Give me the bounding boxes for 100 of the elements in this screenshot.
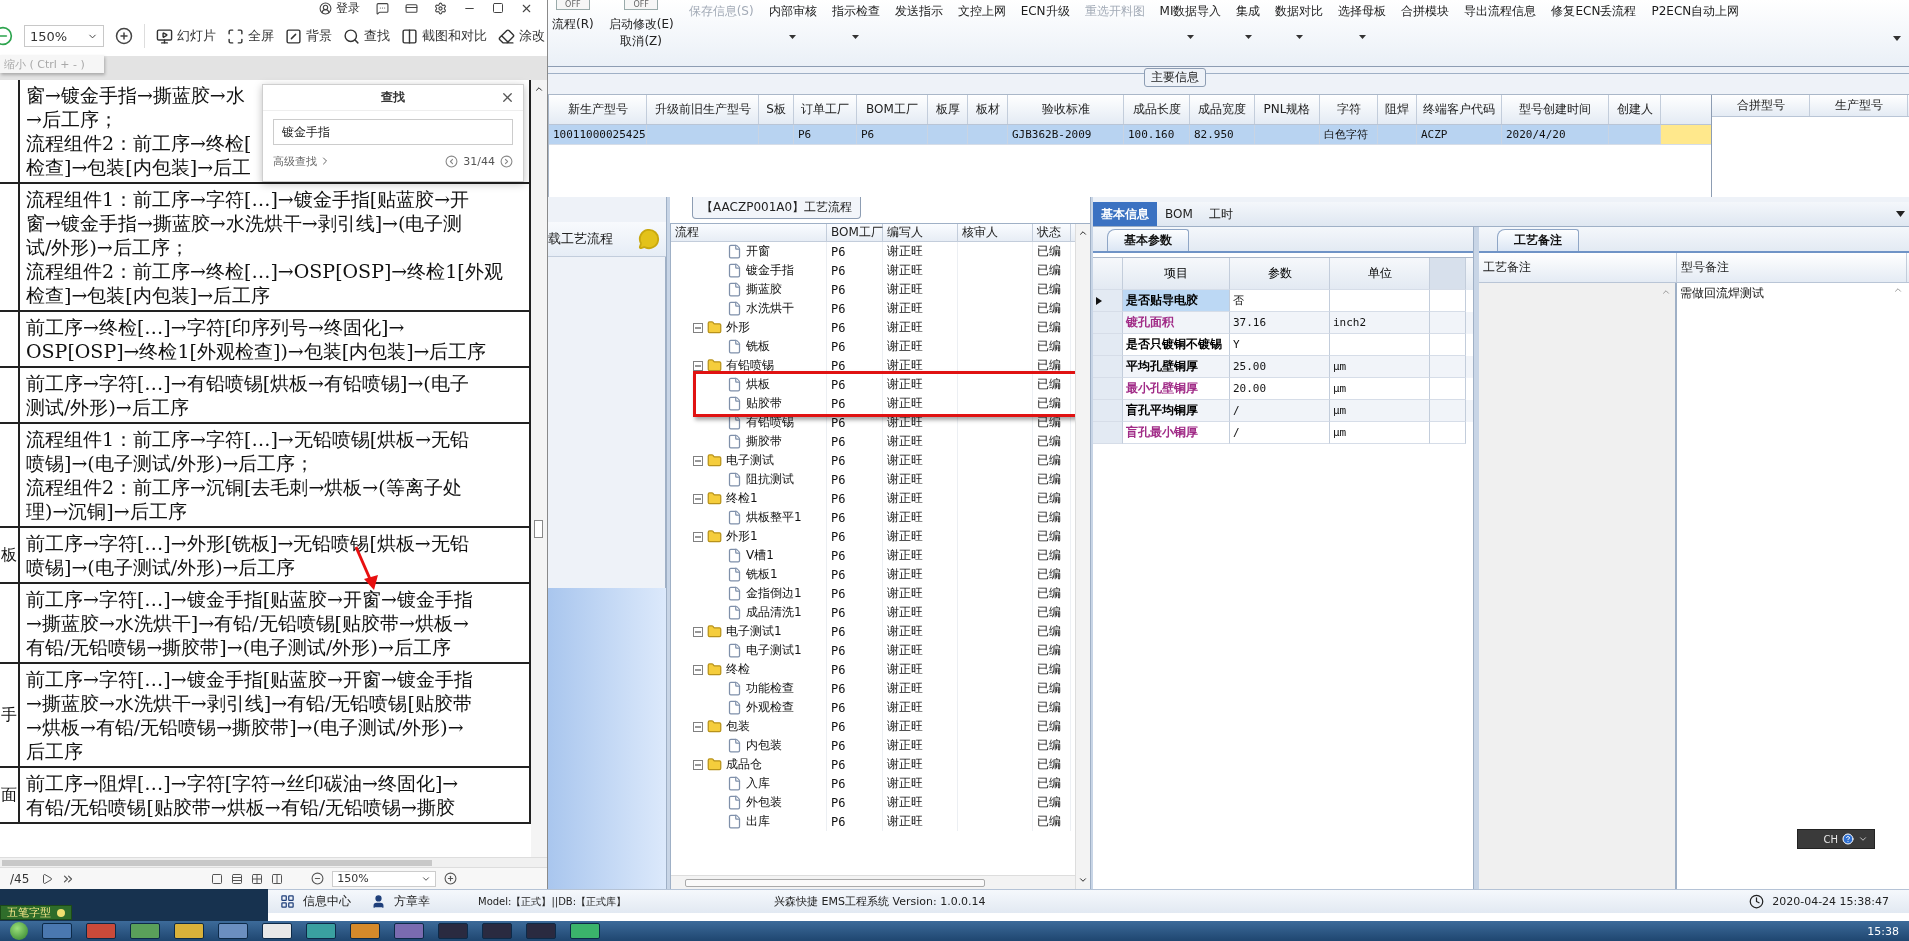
column-header[interactable]: 字符 <box>1320 95 1378 124</box>
tab[interactable]: BOM <box>1157 202 1201 226</box>
column-header[interactable]: 状态 <box>1033 224 1071 241</box>
language-bar[interactable]: CH <box>1797 829 1875 849</box>
tree-row[interactable]: 成品仓 P6 谢正旺 已编 <box>671 755 1075 774</box>
start-button[interactable] <box>10 922 28 940</box>
column-header[interactable]: BOM工厂 <box>857 95 928 124</box>
column-header[interactable]: PNL规格 <box>1255 95 1320 124</box>
tree-row[interactable]: 终检1 P6 谢正旺 已编 <box>671 489 1075 508</box>
column-header[interactable]: BOM工厂 <box>827 224 883 241</box>
table-row[interactable]: 盲孔平均铜厚 / μm <box>1093 400 1473 422</box>
tree-row[interactable]: 水洗烘干 P6 谢正旺 已编 <box>671 299 1075 318</box>
settings-icon[interactable] <box>434 1 447 15</box>
column-header[interactable]: 板材 <box>968 95 1008 124</box>
dropdown-caret-icon[interactable] <box>1893 36 1901 41</box>
tree-row[interactable]: 铣板1 P6 谢正旺 已编 <box>671 565 1075 584</box>
scrollbar-thumb[interactable] <box>534 520 543 538</box>
collapse-toggle[interactable] <box>693 759 703 770</box>
scrollbar[interactable] <box>531 80 547 857</box>
column-header[interactable]: 生产型号 <box>1810 95 1908 116</box>
dropdown-caret-icon[interactable] <box>1245 35 1252 40</box>
column-header[interactable]: 成品宽度 <box>1190 95 1255 124</box>
tree-row[interactable]: 镀金手指 P6 谢正旺 已编 <box>671 261 1075 280</box>
collapse-toggle[interactable] <box>693 531 703 542</box>
panel-header[interactable]: 载工艺流程 <box>548 222 666 257</box>
tree-row[interactable]: 电子测试1 P6 谢正旺 已编 <box>671 622 1075 641</box>
search-field[interactable]: 镀金手指 <box>273 119 513 145</box>
dropdown-caret-icon[interactable] <box>1896 211 1905 217</box>
toolbar-button[interactable]: 涂改 <box>498 27 545 45</box>
column-header[interactable]: 成品长度 <box>1124 95 1190 124</box>
column-header[interactable]: 创建人 <box>1609 95 1661 124</box>
toolbar-command[interactable]: 集成 <box>1236 3 1261 20</box>
chat-icon[interactable] <box>376 1 389 15</box>
toolbar-command[interactable]: 启动修改(E) <box>608 16 674 33</box>
tab[interactable]: 基本信息 <box>1093 202 1157 226</box>
scrollbar-thumb[interactable] <box>685 878 985 887</box>
login-link[interactable]: 登录 <box>336 0 360 17</box>
tree-row[interactable]: 出库 P6 谢正旺 已编 <box>671 812 1075 831</box>
scroll-up-icon[interactable] <box>1078 228 1088 238</box>
column-header[interactable]: 阻焊 <box>1378 95 1417 124</box>
zoom-in-icon[interactable] <box>444 872 458 885</box>
scroll-down-icon[interactable] <box>1078 875 1088 885</box>
tree-row[interactable]: 撕胶带 P6 谢正旺 已编 <box>671 432 1075 451</box>
taskbar-app-icon[interactable] <box>570 923 600 939</box>
column-header[interactable]: 新生产型号 <box>549 95 647 124</box>
tree-row[interactable]: 外观检查 P6 谢正旺 已编 <box>671 698 1075 717</box>
toolbar-button[interactable]: 背景 <box>285 27 332 45</box>
scroll-up-icon[interactable] <box>534 84 544 94</box>
row-selector[interactable] <box>1093 290 1123 312</box>
tree-row[interactable]: 开窗 P6 谢正旺 已编 <box>671 242 1075 261</box>
toggle-switch[interactable]: OFF <box>555 0 590 10</box>
taskbar-app-icon[interactable] <box>350 923 380 939</box>
toolbar-button[interactable]: 幻灯片 <box>156 27 216 45</box>
tree-row[interactable]: 成品清洗1 P6 谢正旺 已编 <box>671 603 1075 622</box>
toolbar-command[interactable]: P2ECN自动上网 <box>1651 3 1740 20</box>
tree-row[interactable]: 金指倒边1 P6 谢正旺 已编 <box>671 584 1075 603</box>
input-method-bar[interactable]: 五笔字型 <box>0 905 72 920</box>
zoom-select[interactable]: 150% <box>24 25 104 47</box>
toolbar-command[interactable]: MI数据导入 <box>1159 3 1222 20</box>
status-text[interactable]: 信息中心 <box>303 893 351 910</box>
tree-row[interactable]: 撕蓝胶 P6 谢正旺 已编 <box>671 280 1075 299</box>
scrollbar[interactable] <box>0 857 547 867</box>
maximize-icon[interactable] <box>492 2 504 14</box>
user-icon[interactable] <box>319 1 332 15</box>
zoom-out-icon[interactable] <box>311 872 325 885</box>
toolbar-command[interactable]: 指示检查 <box>831 3 880 20</box>
collapse-toggle[interactable] <box>693 721 703 732</box>
collapse-toggle[interactable] <box>693 455 703 466</box>
toolbar-command[interactable]: 选择母板 <box>1338 3 1387 20</box>
view-mode-icon[interactable] <box>211 872 224 885</box>
tab[interactable]: 工艺备注 <box>1497 229 1579 251</box>
play-icon[interactable] <box>41 872 54 885</box>
view-mode-icon[interactable] <box>271 872 284 885</box>
table-row[interactable]: 10011000025425 P6 P6 GJB362B-2009 100.160 82.950 白色字符 ACZP 2020/4/20 <box>549 125 1711 145</box>
scrollbar-thumb[interactable] <box>2 859 432 866</box>
input-method-label[interactable]: 五笔字型 <box>7 905 51 920</box>
caret-icon[interactable] <box>1858 834 1868 844</box>
next-icon[interactable] <box>500 154 513 168</box>
close-icon[interactable] <box>500 90 515 105</box>
panel-title[interactable]: 载工艺流程 <box>548 230 613 248</box>
tree-row[interactable]: 贴胶带 P6 谢正旺 已编 <box>671 394 1075 413</box>
tree-row[interactable]: 外包装 P6 谢正旺 已编 <box>671 793 1075 812</box>
column-header[interactable]: 型号创建时间 <box>1502 95 1609 124</box>
toolbar-button[interactable]: 全屏 <box>227 27 274 45</box>
tree-row[interactable]: 烘板 P6 谢正旺 已编 <box>671 375 1075 394</box>
advanced-search-link[interactable]: 高级查找 <box>273 153 331 169</box>
toggle-switch[interactable]: OFF <box>624 0 659 10</box>
tab[interactable]: 工时 <box>1200 202 1241 226</box>
column-header[interactable]: 板厚 <box>928 95 968 124</box>
column-header[interactable]: 终端客户代码 <box>1417 95 1502 124</box>
dropdown-caret-icon[interactable] <box>1187 35 1195 40</box>
previous-icon[interactable] <box>445 154 459 168</box>
toolbar-command[interactable]: 流程(R) <box>552 16 594 33</box>
tree-row[interactable]: V槽1 P6 谢正旺 已编 <box>671 546 1075 565</box>
column-header[interactable]: 订单工厂 <box>794 95 857 124</box>
toolbar-command[interactable]: 发送指示 <box>894 3 943 20</box>
table-cell[interactable]: 盲孔最小铜厚 <box>1123 422 1230 444</box>
tree-row[interactable]: 电子测试1 P6 谢正旺 已编 <box>671 641 1075 660</box>
collapse-toggle[interactable] <box>693 322 703 333</box>
table-cell[interactable]: 是否贴导电胶 <box>1123 290 1230 312</box>
